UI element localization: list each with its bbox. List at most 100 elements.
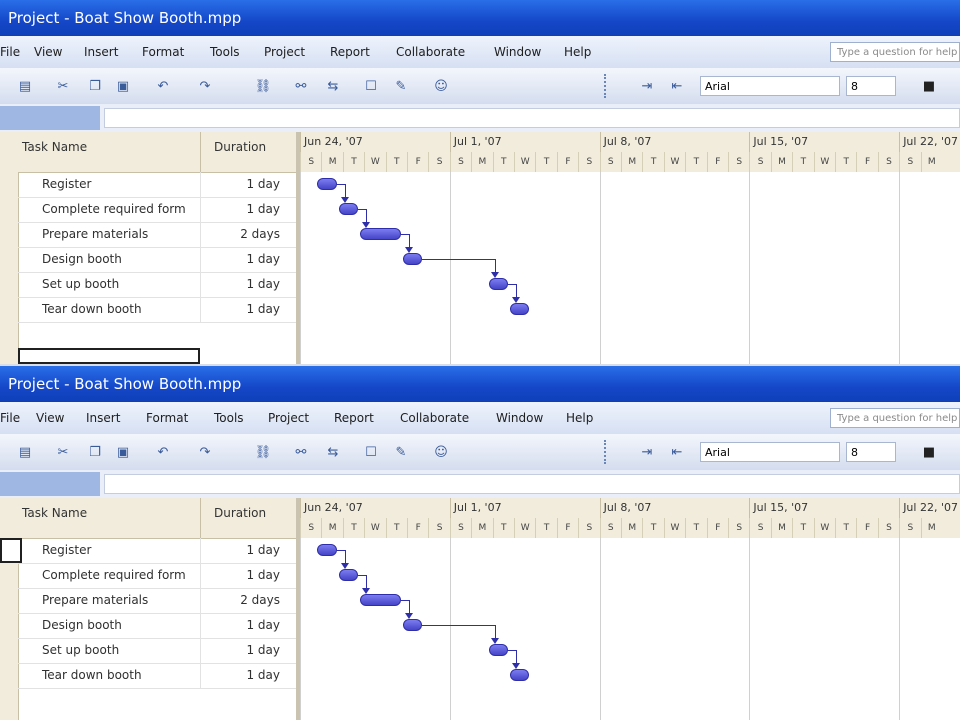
entry-field[interactable]	[104, 108, 960, 128]
task-name-cell[interactable]: Design booth	[42, 618, 122, 632]
duration-cell[interactable]: 1 day	[246, 177, 280, 191]
outdent-icon[interactable]: ⇤	[668, 443, 686, 461]
task-name-cell[interactable]: Set up booth	[42, 277, 119, 291]
menu-help[interactable]: Help	[566, 402, 593, 434]
cut-icon[interactable]: ✂	[54, 443, 72, 461]
table-row[interactable]: Complete required form 1 day	[18, 197, 296, 223]
selected-cell[interactable]	[18, 348, 200, 364]
menu-tools[interactable]: Tools	[210, 36, 240, 68]
outdent-icon[interactable]: ⇤	[668, 77, 686, 95]
duration-cell[interactable]: 1 day	[246, 543, 280, 557]
menu-collaborate[interactable]: Collaborate	[396, 36, 465, 68]
menu-file[interactable]: File	[0, 402, 20, 434]
task-name-cell[interactable]: Register	[42, 177, 91, 191]
task-info-icon[interactable]: ☐	[362, 443, 380, 461]
assign-resources-icon[interactable]: ☺	[432, 443, 450, 461]
menu-view[interactable]: View	[34, 36, 62, 68]
duration-cell[interactable]: 1 day	[246, 302, 280, 316]
duration-cell[interactable]: 1 day	[246, 568, 280, 582]
undo-icon[interactable]: ↶	[154, 77, 172, 95]
table-row[interactable]: Prepare materials 2 days	[18, 588, 296, 614]
task-name-cell[interactable]: Prepare materials	[42, 593, 148, 607]
table-row[interactable]: Tear down booth 1 day	[18, 663, 296, 689]
menu-view[interactable]: View	[36, 402, 64, 434]
table-row[interactable]: Register 1 day	[18, 538, 296, 564]
table-row[interactable]: Tear down booth 1 day	[18, 297, 296, 323]
entry-field[interactable]	[104, 474, 960, 494]
table-row[interactable]: Register 1 day	[18, 172, 296, 198]
undo-icon[interactable]: ↶	[154, 443, 172, 461]
indent-icon[interactable]: ⇥	[638, 77, 656, 95]
duration-cell[interactable]: 2 days	[240, 227, 280, 241]
menu-window[interactable]: Window	[496, 402, 543, 434]
task-bar[interactable]	[317, 544, 337, 556]
bold-icon[interactable]: ■	[920, 77, 938, 95]
menu-help[interactable]: Help	[564, 36, 591, 68]
task-info-icon[interactable]: ☐	[362, 77, 380, 95]
column-task-name[interactable]: Task Name	[22, 506, 87, 520]
task-bar[interactable]	[338, 203, 359, 215]
task-bar[interactable]	[317, 178, 337, 190]
column-duration[interactable]: Duration	[214, 506, 266, 520]
table-row[interactable]: Set up booth 1 day	[18, 638, 296, 664]
task-name-cell[interactable]: Set up booth	[42, 643, 119, 657]
unlink-icon[interactable]: ⚯	[292, 77, 310, 95]
column-duration[interactable]: Duration	[214, 140, 266, 154]
help-search-input[interactable]: Type a question for help	[830, 42, 960, 62]
task-name-cell[interactable]: Prepare materials	[42, 227, 148, 241]
task-bar[interactable]	[510, 303, 530, 315]
paste-icon[interactable]: ▣	[114, 443, 132, 461]
redo-icon[interactable]: ↷	[196, 77, 214, 95]
duration-cell[interactable]: 1 day	[246, 277, 280, 291]
table-row[interactable]: Design booth 1 day	[18, 613, 296, 639]
paste-icon[interactable]: ▣	[114, 77, 132, 95]
duration-cell[interactable]: 1 day	[246, 643, 280, 657]
task-bar[interactable]	[488, 278, 508, 290]
font-size-select[interactable]: 8	[846, 442, 896, 462]
duration-cell[interactable]: 1 day	[246, 252, 280, 266]
toolbar-grip[interactable]	[604, 74, 612, 98]
task-name-cell[interactable]: Tear down booth	[42, 668, 142, 682]
table-row[interactable]: Complete required form 1 day	[18, 563, 296, 589]
task-name-cell[interactable]: Register	[42, 543, 91, 557]
menu-report[interactable]: Report	[330, 36, 370, 68]
duration-cell[interactable]: 1 day	[246, 668, 280, 682]
task-name-cell[interactable]: Tear down booth	[42, 302, 142, 316]
task-bar[interactable]	[360, 228, 401, 240]
table-row[interactable]: Set up booth 1 day	[18, 272, 296, 298]
indent-icon[interactable]: ⇥	[638, 443, 656, 461]
task-name-cell[interactable]: Complete required form	[42, 202, 186, 216]
assign-resources-icon[interactable]: ☺	[432, 77, 450, 95]
menu-report[interactable]: Report	[334, 402, 374, 434]
font-name-select[interactable]: Arial	[700, 76, 840, 96]
task-bar[interactable]	[403, 619, 423, 631]
menu-file[interactable]: File	[0, 36, 20, 68]
toolbar-grip[interactable]	[604, 440, 612, 464]
menu-insert[interactable]: Insert	[86, 402, 120, 434]
menu-window[interactable]: Window	[494, 36, 541, 68]
copy-icon[interactable]: ❐	[86, 77, 104, 95]
task-name-cell[interactable]: Complete required form	[42, 568, 186, 582]
column-task-name[interactable]: Task Name	[22, 140, 87, 154]
split-icon[interactable]: ⇆	[324, 443, 342, 461]
help-search-input[interactable]: Type a question for help	[830, 408, 960, 428]
task-bar[interactable]	[403, 253, 423, 265]
menu-project[interactable]: Project	[264, 36, 305, 68]
task-bar[interactable]	[360, 594, 401, 606]
menu-format[interactable]: Format	[142, 36, 184, 68]
duration-cell[interactable]: 2 days	[240, 593, 280, 607]
print-icon[interactable]: ▤	[16, 443, 34, 461]
link-icon[interactable]: ⛓	[254, 77, 272, 95]
print-icon[interactable]: ▤	[16, 77, 34, 95]
link-icon[interactable]: ⛓	[254, 443, 272, 461]
task-bar[interactable]	[510, 669, 530, 681]
notes-icon[interactable]: ✎	[392, 77, 410, 95]
duration-cell[interactable]: 1 day	[246, 618, 280, 632]
task-name-cell[interactable]: Design booth	[42, 252, 122, 266]
notes-icon[interactable]: ✎	[392, 443, 410, 461]
table-row[interactable]: Prepare materials 2 days	[18, 222, 296, 248]
copy-icon[interactable]: ❐	[86, 443, 104, 461]
cut-icon[interactable]: ✂	[54, 77, 72, 95]
bold-icon[interactable]: ■	[920, 443, 938, 461]
duration-cell[interactable]: 1 day	[246, 202, 280, 216]
